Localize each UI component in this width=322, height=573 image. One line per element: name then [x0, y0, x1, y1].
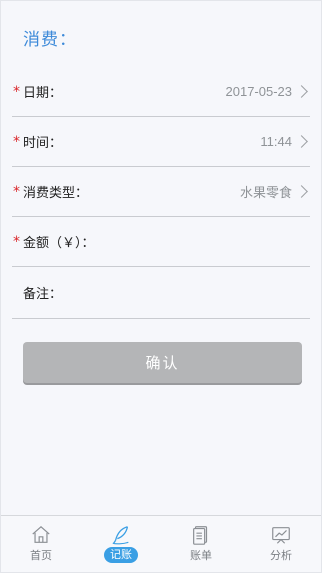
note-row[interactable]: 备注：	[12, 267, 310, 319]
chevron-right-icon	[295, 85, 308, 98]
tab-analysis[interactable]: 分析	[241, 516, 321, 572]
amount-label: 金额（￥）：	[23, 236, 95, 251]
note-label: 备注：	[23, 287, 63, 302]
app-screen: 消费： * 日期： 2017-05-23 * 时间： 11:44 * 消费类型：…	[0, 0, 322, 573]
page-title: 消费：	[23, 30, 77, 50]
time-value[interactable]: 11:44	[260, 134, 292, 149]
amount-row[interactable]: * 金额（￥）：	[12, 217, 310, 267]
time-row[interactable]: * 时间： 11:44	[12, 117, 310, 167]
feather-pen-icon	[112, 526, 129, 545]
tab-analysis-label: 分析	[270, 549, 292, 562]
chart-icon	[272, 527, 290, 544]
home-icon	[32, 525, 50, 543]
time-label: 时间：	[23, 136, 63, 151]
required-mark: *	[13, 183, 20, 200]
required-mark: *	[13, 233, 20, 250]
tab-bills-label: 账单	[190, 549, 212, 562]
category-row[interactable]: * 消费类型： 水果零食	[12, 167, 310, 217]
tab-record[interactable]: 记账	[81, 516, 161, 572]
tab-bills[interactable]: 账单	[161, 516, 241, 572]
expense-form: * 日期： 2017-05-23 * 时间： 11:44 * 消费类型： 水果零…	[12, 67, 310, 319]
confirm-button[interactable]: 确认	[23, 342, 302, 383]
date-label: 日期：	[23, 86, 63, 101]
category-label: 消费类型：	[23, 186, 89, 201]
date-row[interactable]: * 日期： 2017-05-23	[12, 67, 310, 117]
required-mark: *	[13, 133, 20, 150]
tab-home-label: 首页	[30, 549, 52, 562]
category-value[interactable]: 水果零食	[240, 182, 292, 201]
tab-home[interactable]: 首页	[1, 516, 81, 572]
chevron-right-icon	[295, 135, 308, 148]
chevron-right-icon	[295, 185, 308, 198]
document-icon	[193, 526, 208, 545]
required-mark: *	[13, 83, 20, 100]
date-value[interactable]: 2017-05-23	[226, 84, 293, 99]
tab-record-label: 记账	[104, 547, 138, 563]
bottom-tab-bar: 首页 记账 账单 分析	[1, 515, 321, 572]
